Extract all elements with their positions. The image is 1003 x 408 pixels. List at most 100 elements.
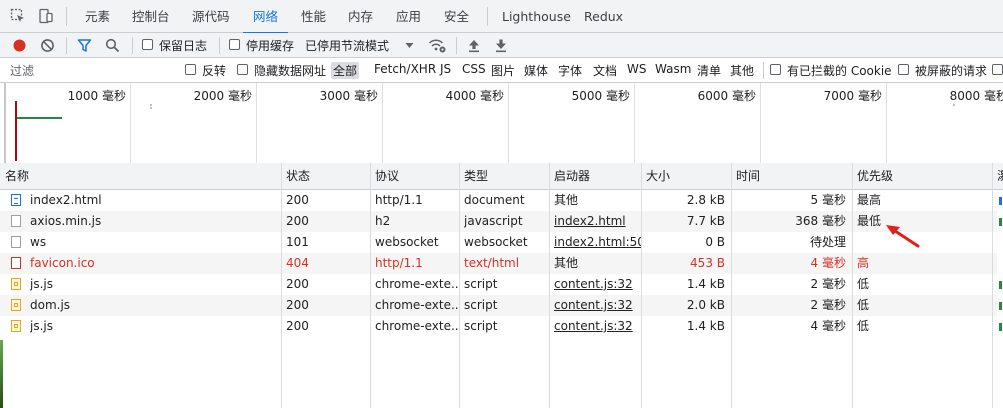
clear-icon[interactable] [40,38,55,53]
invert-checkbox[interactable] [185,64,196,75]
table-row[interactable]: favicon.ico 404 http/1.1 text/html 其他 453 B 4 … [0,253,997,274]
record-button[interactable] [13,39,26,52]
cell-initiator[interactable]: content.js:32 [554,316,641,337]
cell-initiator[interactable]: content.js:32 [554,295,641,316]
search-icon[interactable] [105,38,120,53]
type-filter-0[interactable]: 全部 [331,62,360,79]
filter-input-box[interactable]: 过滤 [4,60,172,80]
column-header-6[interactable]: 时间 [731,163,852,190]
throttling-select[interactable]: 已停用节流模式 [305,37,389,54]
blocked-cookies-checkbox[interactable] [770,64,781,75]
column-separator [281,163,282,408]
toolbar-separator [66,37,67,54]
request-timing-dot [953,104,955,106]
inspect-element-icon[interactable] [10,8,26,24]
type-filter-7[interactable]: 文档 [593,62,617,79]
tab-4[interactable]: 性能 [301,0,326,33]
preserve-log-checkbox[interactable] [142,39,153,50]
type-filter-2[interactable]: JS [440,62,451,76]
column-header-8[interactable]: 瀑 [992,163,1003,190]
import-har-icon[interactable] [467,38,481,53]
timeline-overview[interactable]: 1000 毫秒 2000 毫秒 3000 毫秒 4000 毫秒 5000 毫秒 6000 … [0,83,1003,164]
timeline-tick-label: 7000 毫秒 [823,89,882,103]
network-conditions-icon[interactable] [428,37,446,54]
column-separator [641,163,642,408]
timeline-tick-label: 4000 毫秒 [445,89,504,103]
filter-input[interactable]: 过滤 [10,62,34,79]
filter-icon[interactable] [77,38,92,53]
disable-cache-checkbox[interactable] [229,39,240,50]
type-filter-4[interactable]: 图片 [491,62,515,79]
cell-protocol: http/1.1 [375,256,423,270]
tab-3[interactable]: 网络 [242,0,289,34]
cell-size: 0 B [705,235,725,249]
cell-type: script [464,298,498,312]
timeline-gridline [130,83,131,163]
table-row[interactable]: js.js 200 chrome-exte... script content.js:3… [0,316,997,337]
column-header-7[interactable]: 优先级 [852,163,992,190]
cell-name: index2.html [30,193,102,207]
tab-6[interactable]: 应用 [396,0,421,33]
request-table: 名称状态协议类型启动器大小时间优先级瀑 index2.html 200 http/1… [0,163,1003,408]
type-filter-10[interactable]: 清单 [697,62,721,79]
table-row[interactable]: ws 101 websocket websocket index2.html:50 0 B… [0,232,997,253]
column-separator [549,163,550,408]
toolbar-separator [132,37,133,54]
type-filter-8[interactable]: WS [627,62,646,76]
timeline-tick-label: 2000 毫秒 [193,89,252,103]
export-har-icon[interactable] [494,38,508,53]
column-header-1[interactable]: 状态 [281,163,370,190]
column-header-3[interactable]: 类型 [459,163,549,190]
cell-initiator[interactable]: index2.html [554,211,641,232]
type-filter-3[interactable]: CSS [462,62,486,76]
tab-8[interactable]: Lighthouse [502,0,571,33]
device-toolbar-icon[interactable] [38,8,54,24]
table-row[interactable]: axios.min.js 200 h2 javascript index2.html 7.… [0,211,997,232]
cell-status: 200 [286,298,309,312]
tab-7[interactable]: 安全 [444,0,469,33]
column-header-0[interactable]: 名称 [0,163,281,190]
script-icon [11,299,21,311]
column-header-2[interactable]: 协议 [370,163,459,190]
tab-5[interactable]: 内存 [348,0,373,33]
type-filter-1[interactable]: Fetch/XHR [374,62,436,76]
file-icon [11,236,21,248]
annotation-arrow-icon [886,225,920,248]
filter-separator [763,62,764,79]
cell-protocol: chrome-exte... [375,319,459,333]
cell-size: 1.4 kB [686,277,725,291]
cell-time: 4 毫秒 [810,256,846,270]
type-filter-5[interactable]: 媒体 [524,62,548,79]
dropdown-triangle-icon[interactable] [405,41,414,50]
timeline-gridline [382,83,383,163]
column-header-5[interactable]: 大小 [641,163,731,190]
tab-0[interactable]: 元素 [85,0,110,33]
background-edge-strip [0,340,3,408]
table-row[interactable]: js.js 200 chrome-exte... script content.js:3… [0,274,997,295]
devtools-tab-bar: 元素 控制台 源代码 网络 性能 内存 应用 安全 Lighthouse Redux [0,0,1003,34]
tab-bar-separator [66,7,67,26]
request-timing-bar [17,117,62,119]
hide-data-urls-checkbox[interactable] [237,64,248,75]
cell-protocol: websocket [375,235,439,249]
table-row[interactable]: index2.html 200 http/1.1 document 其他 2.8 kB 5 … [0,190,997,211]
table-row[interactable]: dom.js 200 chrome-exte... script content.js:… [0,295,997,316]
cell-time: 368 毫秒 [795,214,846,228]
cell-status: 200 [286,214,309,228]
tab-2[interactable]: 源代码 [192,0,230,33]
cell-initiator[interactable]: index2.html:50 [554,232,641,253]
third-party-checkbox[interactable] [992,64,1003,75]
column-separator [992,163,993,408]
cell-initiator[interactable]: content.js:32 [554,274,641,295]
cell-name: axios.min.js [30,214,102,228]
tab-9[interactable]: Redux [584,0,623,33]
column-header-4[interactable]: 启动器 [549,163,641,190]
type-filter-6[interactable]: 字体 [558,62,582,79]
tab-1[interactable]: 控制台 [132,0,170,33]
cell-protocol: chrome-exte... [375,277,459,291]
type-filter-11[interactable]: 其他 [730,62,754,79]
cell-time: 2 毫秒 [810,298,846,312]
cell-status: 404 [286,256,309,270]
type-filter-9[interactable]: Wasm [655,62,691,76]
blocked-requests-checkbox[interactable] [898,64,909,75]
